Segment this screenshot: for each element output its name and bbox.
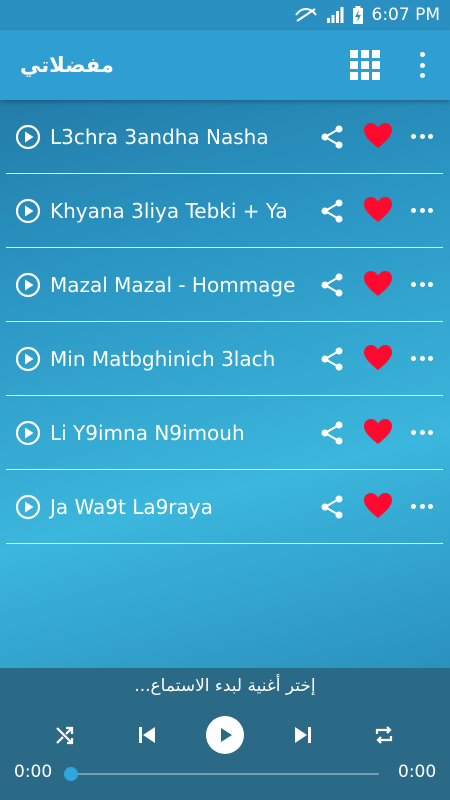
list-item[interactable]: Mazal Mazal - Hommage [6, 248, 443, 322]
no-sim-icon [294, 7, 318, 23]
song-title: L3chra 3andha Nasha [50, 125, 269, 149]
play-circle-icon[interactable] [15, 272, 41, 298]
status-time: 6:07 PM [371, 5, 441, 25]
song-title: Min Matbghinich 3lach [50, 347, 276, 371]
song-title: Ja Wa9t La9raya [50, 495, 213, 519]
heart-icon[interactable] [363, 122, 393, 150]
page-title: مفضلاتي [20, 53, 114, 77]
heart-icon[interactable] [363, 492, 393, 520]
play-circle-icon[interactable] [15, 198, 41, 224]
play-button[interactable] [206, 716, 244, 754]
song-title: Khyana 3liya Tebki + Ya [50, 199, 288, 223]
list-item[interactable]: Min Matbghinich 3lach [6, 322, 443, 396]
play-circle-icon[interactable] [15, 124, 41, 150]
share-icon[interactable] [319, 346, 345, 372]
status-bar: 6:07 PM [0, 0, 450, 30]
play-icon [221, 728, 232, 742]
more-horiz-icon[interactable] [411, 134, 433, 140]
skip-next-icon[interactable] [292, 724, 314, 746]
share-icon[interactable] [319, 420, 345, 446]
more-horiz-icon[interactable] [411, 208, 433, 214]
player-hint: إختر أغنية لبدء الاستماع... [134, 676, 316, 696]
heart-icon[interactable] [363, 196, 393, 224]
heart-icon[interactable] [363, 344, 393, 372]
play-circle-icon[interactable] [15, 494, 41, 520]
heart-icon[interactable] [363, 418, 393, 446]
app-bar: مفضلاتي [0, 30, 450, 100]
play-circle-icon[interactable] [15, 420, 41, 446]
song-title: Mazal Mazal - Hommage [50, 273, 296, 297]
seek-thumb[interactable] [64, 767, 78, 781]
share-icon[interactable] [319, 124, 345, 150]
share-icon[interactable] [319, 198, 345, 224]
play-circle-icon[interactable] [15, 346, 41, 372]
skip-previous-icon[interactable] [136, 724, 158, 746]
heart-icon[interactable] [363, 270, 393, 298]
seek-bar[interactable] [71, 773, 379, 775]
player-bar: إختر أغنية لبدء الاستماع... 0:00 0:00 [0, 668, 450, 800]
list-item[interactable]: Ja Wa9t La9raya [6, 470, 443, 544]
more-vert-icon[interactable] [414, 52, 430, 78]
share-icon[interactable] [319, 494, 345, 520]
battery-charging-icon [352, 5, 364, 25]
favorites-list: L3chra 3andha Nasha Khyana 3liya Tebki +… [6, 100, 443, 544]
signal-icon [326, 6, 344, 24]
more-horiz-icon[interactable] [411, 282, 433, 288]
more-horiz-icon[interactable] [411, 430, 433, 436]
more-horiz-icon[interactable] [411, 504, 433, 510]
list-item[interactable]: Li Y9imna N9imouh [6, 396, 443, 470]
repeat-icon[interactable] [373, 724, 395, 746]
shuffle-icon[interactable] [54, 724, 76, 746]
share-icon[interactable] [319, 272, 345, 298]
total-time: 0:00 [398, 762, 437, 782]
more-horiz-icon[interactable] [411, 356, 433, 362]
current-time: 0:00 [14, 762, 53, 782]
list-item[interactable]: Khyana 3liya Tebki + Ya [6, 174, 443, 248]
grid-icon[interactable] [350, 50, 380, 80]
song-title: Li Y9imna N9imouh [50, 421, 245, 445]
list-item[interactable]: L3chra 3andha Nasha [6, 100, 443, 174]
